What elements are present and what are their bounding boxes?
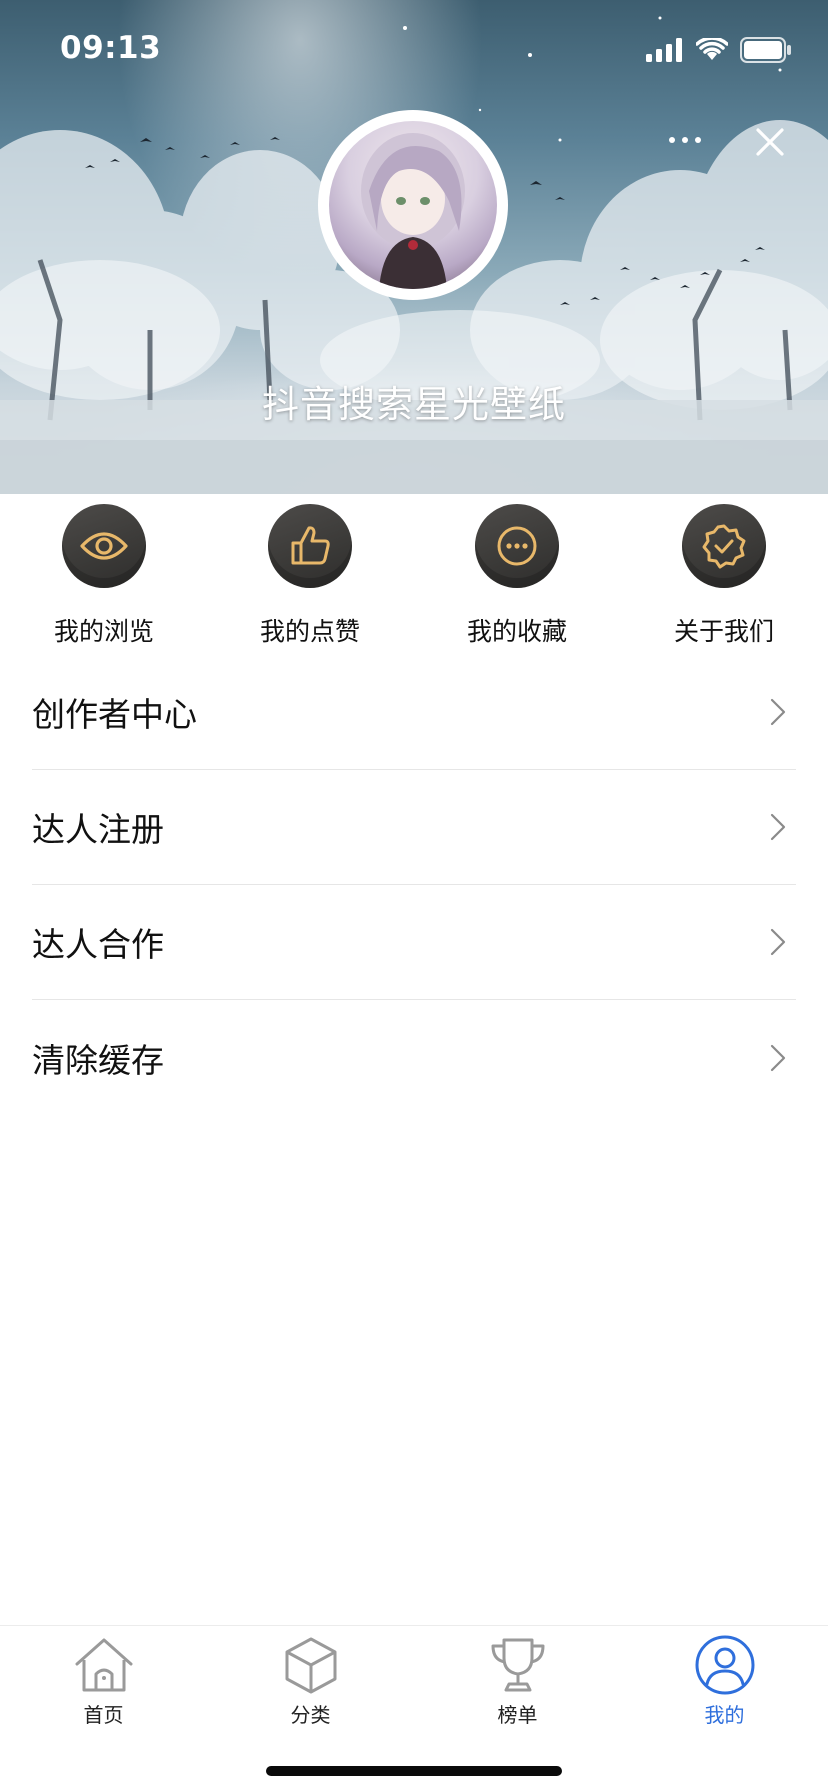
menu-item-clear-cache[interactable]: 清除缓存 bbox=[32, 1000, 796, 1115]
bottom-tab-bar: 首页 分类 榜单 我的 bbox=[0, 1625, 828, 1735]
chevron-right-icon bbox=[770, 1044, 786, 1071]
close-icon[interactable] bbox=[748, 120, 792, 164]
menu-item-label: 清除缓存 bbox=[32, 1040, 164, 1080]
tab-label: 首页 bbox=[83, 1703, 124, 1727]
tab-ranking[interactable]: 榜单 bbox=[414, 1626, 621, 1736]
menu-item-talent-register[interactable]: 达人注册 bbox=[32, 770, 796, 885]
chevron-right-icon bbox=[770, 928, 786, 956]
more-button[interactable] bbox=[660, 120, 710, 160]
quick-action-about[interactable]: 关于我们 bbox=[644, 504, 804, 648]
wifi-icon bbox=[696, 38, 728, 60]
quick-action-label: 关于我们 bbox=[673, 617, 774, 646]
tab-category[interactable]: 分类 bbox=[207, 1626, 414, 1736]
menu-item-label: 创作者中心 bbox=[32, 695, 197, 734]
home-indicator bbox=[266, 1766, 562, 1776]
battery-icon bbox=[740, 37, 791, 63]
profile-header: 09:13 抖音搜索星光壁纸 bbox=[0, 0, 828, 494]
status-time: 09:13 bbox=[60, 30, 162, 66]
more-dots-icon bbox=[669, 137, 675, 143]
quick-action-history[interactable]: 我的浏览 bbox=[24, 504, 184, 648]
signal-icon bbox=[646, 38, 682, 62]
quick-action-likes[interactable]: 我的点赞 bbox=[230, 504, 390, 648]
status-icons bbox=[646, 36, 792, 64]
avatar-image bbox=[329, 121, 497, 289]
quick-action-favorites[interactable]: 我的收藏 bbox=[437, 504, 597, 648]
menu-item-label: 达人合作 bbox=[32, 925, 164, 964]
eye-icon bbox=[80, 532, 128, 560]
menu-item-creator-center[interactable]: 创作者中心 bbox=[32, 655, 796, 770]
chevron-right-icon bbox=[770, 698, 786, 726]
settings-menu: 创作者中心 达人注册 达人合作 清除缓存 bbox=[32, 655, 796, 1115]
tab-mine[interactable]: 我的 bbox=[621, 1626, 828, 1736]
quick-action-label: 我的收藏 bbox=[466, 617, 567, 646]
home-icon bbox=[75, 1638, 133, 1692]
menu-item-label: 达人注册 bbox=[32, 810, 164, 849]
avatar-illustration bbox=[361, 133, 465, 289]
quick-action-label: 我的点赞 bbox=[259, 617, 360, 646]
badge-check-icon bbox=[702, 524, 746, 569]
chevron-right-icon bbox=[770, 813, 786, 841]
tab-label: 分类 bbox=[290, 1703, 331, 1727]
quick-action-label: 我的浏览 bbox=[53, 617, 154, 646]
cube-icon bbox=[285, 1637, 337, 1694]
menu-item-talent-cooperation[interactable]: 达人合作 bbox=[32, 885, 796, 1000]
tab-label: 榜单 bbox=[497, 1703, 538, 1727]
thumbs-up-icon bbox=[291, 526, 330, 565]
profile-name: 抖音搜索星光壁纸 bbox=[262, 383, 566, 426]
user-icon bbox=[695, 1635, 755, 1695]
tab-home[interactable]: 首页 bbox=[0, 1626, 207, 1736]
chat-dots-icon bbox=[497, 526, 537, 566]
tab-label: 我的 bbox=[704, 1703, 745, 1727]
avatar[interactable] bbox=[318, 110, 508, 300]
trophy-icon bbox=[491, 1638, 545, 1692]
quick-actions: 我的浏览 我的点赞 我的收藏 关于我们 bbox=[0, 504, 828, 646]
